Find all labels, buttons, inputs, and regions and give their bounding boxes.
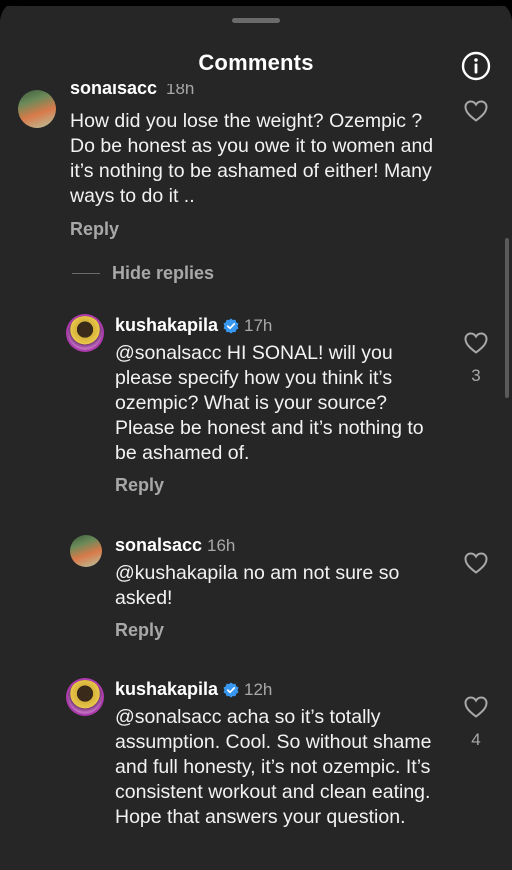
avatar[interactable] — [18, 90, 56, 128]
reply-username[interactable]: kushakapila — [115, 679, 218, 700]
comment-text: How did you lose the weight? Ozempic ? D… — [70, 110, 434, 207]
reply-button[interactable]: Reply — [115, 620, 164, 641]
hide-replies-button[interactable]: Hide replies — [72, 261, 214, 285]
reply-time: 16h — [207, 536, 236, 555]
like-count: 3 — [471, 366, 481, 385]
reply-time: 12h — [244, 680, 273, 699]
reply-text: @kushakapila no am not sure so asked! — [115, 562, 400, 609]
reply-time: 17h — [244, 316, 273, 335]
verified-badge-icon — [223, 318, 239, 334]
scrollbar[interactable] — [505, 238, 509, 398]
comment-username[interactable]: sonalsacc — [70, 84, 157, 99]
reply-button[interactable]: Reply — [115, 475, 164, 496]
heart-icon[interactable] — [464, 552, 488, 574]
comment-time: 18h — [166, 84, 195, 98]
avatar[interactable] — [68, 316, 102, 350]
heart-icon[interactable] — [464, 100, 488, 122]
avatar[interactable] — [70, 535, 102, 567]
comments-sheet: Comments sonalsacc 18h How did you lose … — [0, 0, 512, 870]
hide-replies-label: Hide replies — [112, 262, 215, 283]
like-count: 4 — [471, 730, 481, 749]
comment-item: sonalsacc 18h How did you lose the weigh… — [0, 0, 512, 250]
heart-icon[interactable] — [464, 696, 488, 718]
reply-text: @sonalsacc HI SONAL! will you please spe… — [115, 342, 424, 464]
reply-username[interactable]: sonalsacc — [115, 535, 202, 556]
reply-button[interactable]: Reply — [70, 219, 119, 240]
avatar[interactable] — [68, 680, 102, 714]
verified-badge-icon — [223, 682, 239, 698]
heart-icon[interactable] — [464, 332, 488, 354]
reply-text: @sonalsacc acha so it’s totally assumpti… — [115, 706, 432, 828]
divider — [72, 272, 100, 274]
reply-username[interactable]: kushakapila — [115, 315, 218, 336]
